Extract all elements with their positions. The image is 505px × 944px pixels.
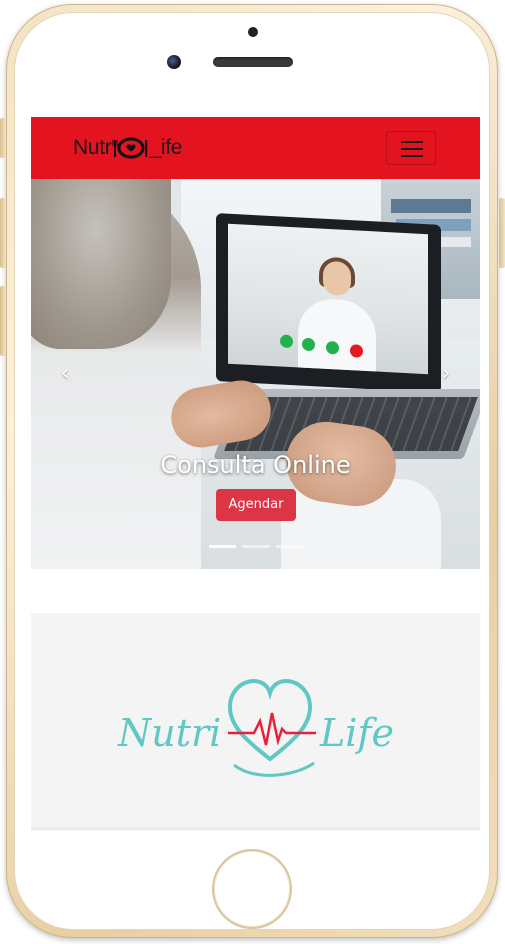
carousel-next-button[interactable]: › (436, 361, 456, 387)
carousel-indicator-1[interactable] (209, 545, 237, 548)
carousel-indicators (209, 545, 303, 549)
brand-text-left: Nutr (73, 136, 112, 159)
earpiece-speaker (213, 57, 293, 67)
carousel-prev-button[interactable]: ‹ (55, 361, 75, 387)
plate-utensils-icon (111, 136, 149, 160)
brand-logo[interactable]: Nutr _ife (73, 135, 182, 161)
schedule-button[interactable]: Agendar (216, 489, 296, 521)
home-button[interactable] (214, 851, 290, 927)
side-button-silent (0, 118, 6, 158)
side-button-power (499, 198, 505, 268)
navbar-toggler-button[interactable] (386, 131, 436, 165)
brand-text-right: _ife (149, 136, 183, 159)
carousel-indicator-2[interactable] (242, 545, 270, 548)
chevron-left-icon: ‹ (60, 361, 70, 386)
logo-text-left: Nutri (118, 711, 222, 755)
phone-screen: Nutr _ife ‹ › Consulta Online Agendar Nu… (31, 117, 480, 831)
side-button-volume-up (0, 198, 6, 268)
chevron-right-icon: › (441, 361, 451, 386)
carousel-indicator-3[interactable] (275, 545, 303, 548)
nutrilife-logo: Nutri Life (116, 673, 396, 785)
section-spacer (31, 569, 480, 613)
navbar: Nutr _ife (31, 117, 480, 179)
hero-carousel: ‹ › Consulta Online Agendar (31, 179, 480, 569)
front-camera (167, 55, 181, 69)
slide-title: Consulta Online (160, 451, 351, 479)
laptop-screen (216, 213, 441, 393)
proximity-sensor (248, 27, 258, 37)
side-button-volume-down (0, 286, 6, 356)
heart-heartbeat-icon (227, 678, 316, 777)
logo-text-right: Life (320, 711, 394, 755)
section-divider (31, 828, 480, 829)
